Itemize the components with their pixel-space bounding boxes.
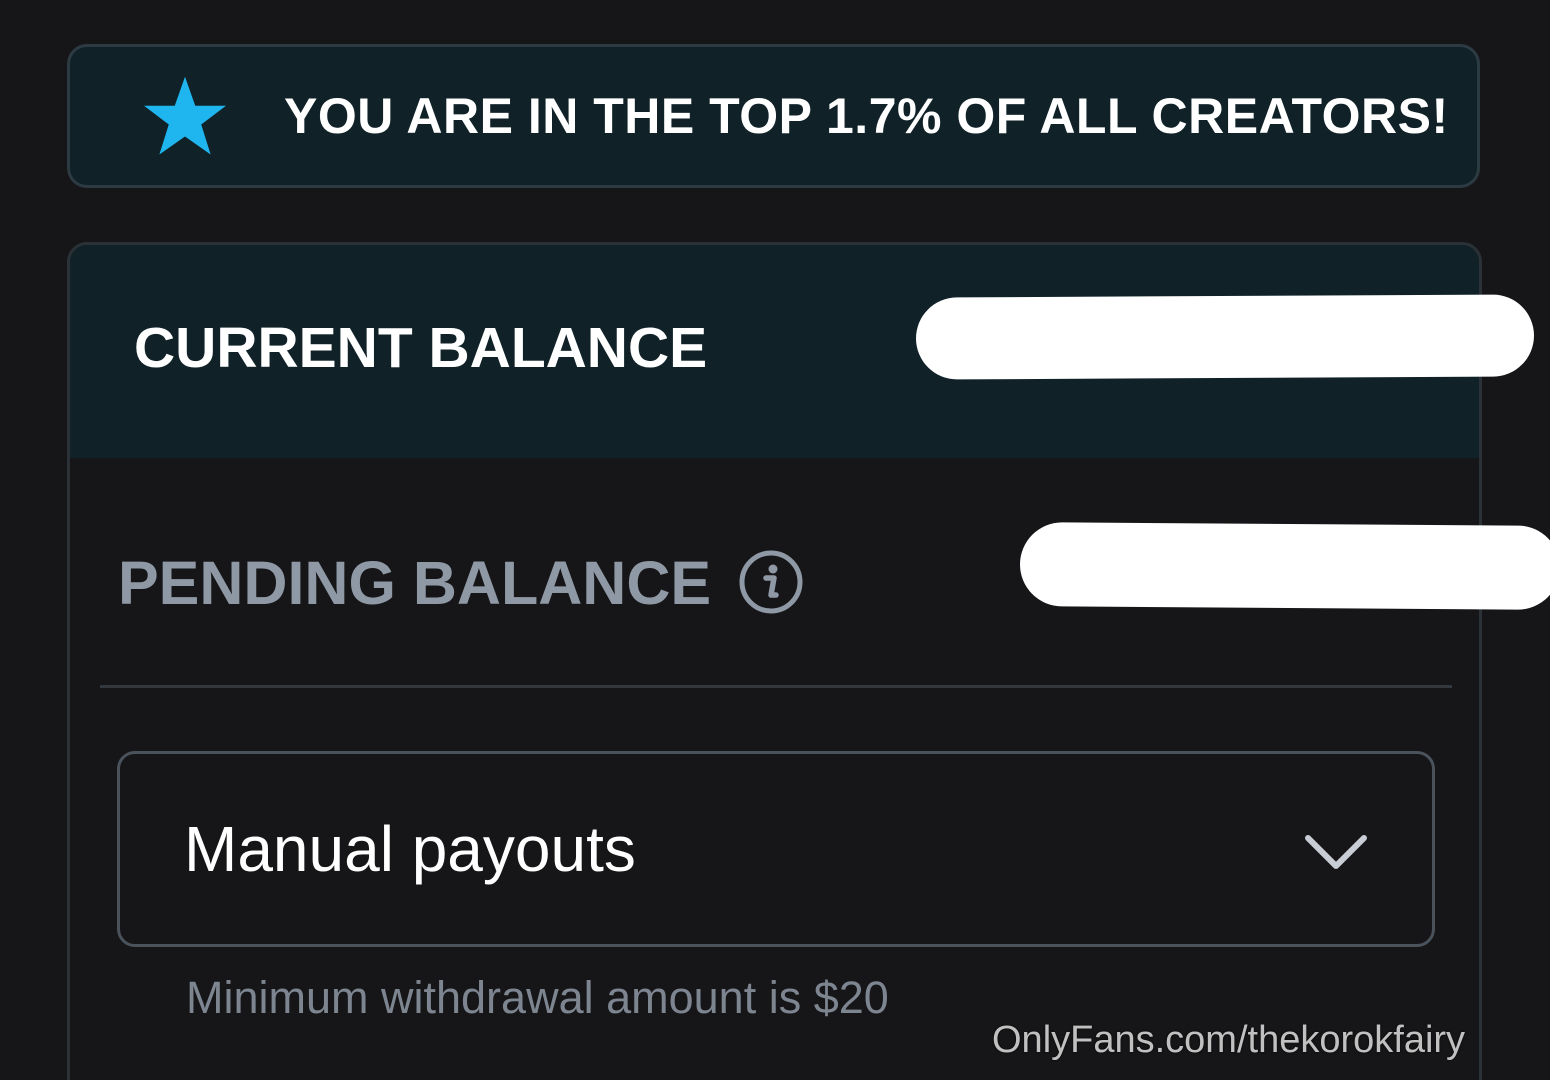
payout-method-value: Manual payouts (184, 813, 636, 885)
star-icon (144, 76, 226, 155)
pending-balance-label: PENDING BALANCE (118, 549, 712, 617)
creator-rank-text: YOU ARE IN THE TOP 1.7% OF ALL CREATORS! (284, 88, 1449, 144)
pending-balance-redaction (1019, 522, 1550, 610)
minimum-withdrawal-hint: Minimum withdrawal amount is $20 (186, 972, 889, 1023)
earnings-page: YOU ARE IN THE TOP 1.7% OF ALL CREATORS!… (0, 0, 1550, 1080)
info-icon[interactable] (738, 549, 804, 615)
current-balance-label: CURRENT BALANCE (134, 316, 708, 380)
creator-rank-banner: YOU ARE IN THE TOP 1.7% OF ALL CREATORS! (67, 44, 1480, 188)
divider (100, 685, 1452, 688)
current-balance-redaction (915, 294, 1535, 380)
payout-method-select[interactable]: Manual payouts (117, 751, 1435, 947)
watermark: OnlyFans.com/thekorokfairy (992, 1019, 1466, 1061)
chevron-down-icon (1305, 835, 1367, 869)
